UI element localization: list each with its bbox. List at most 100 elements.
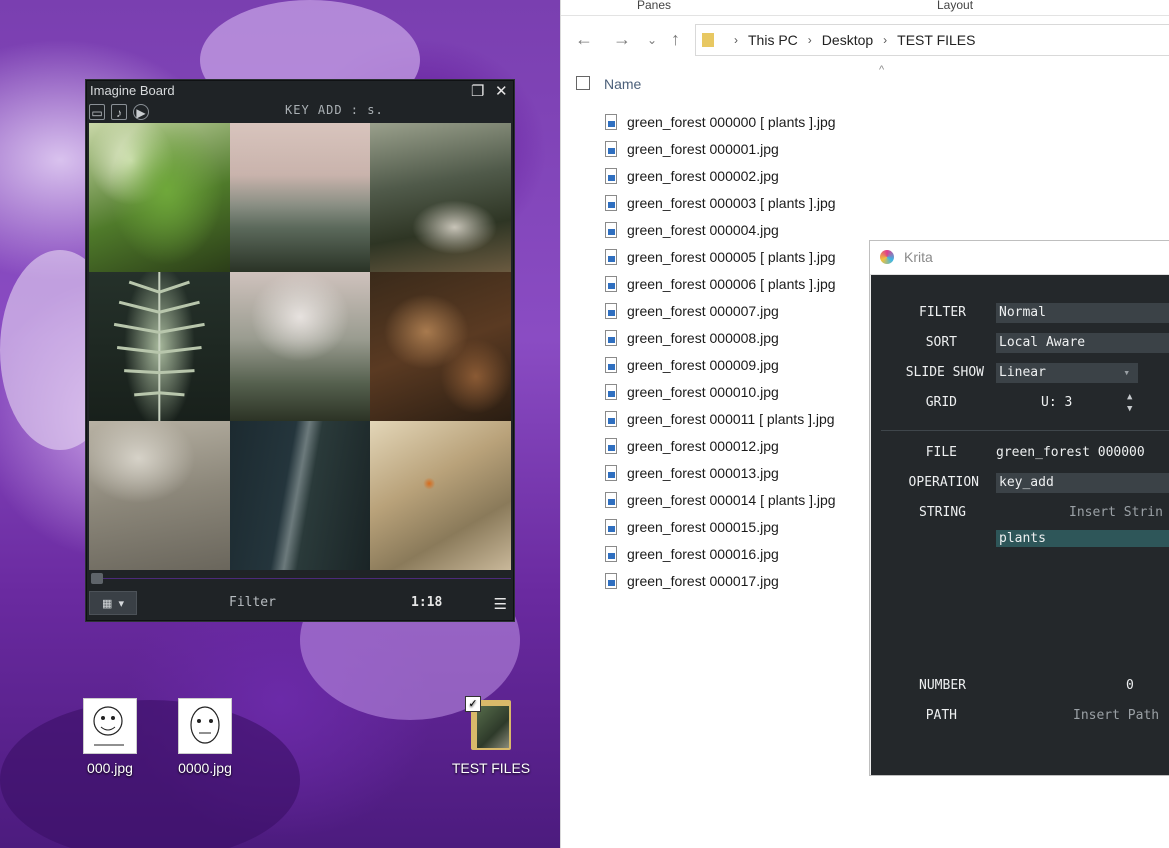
file-list-item[interactable]: green_forest 000009.jpg <box>605 351 836 378</box>
file-list-item[interactable]: green_forest 000006 [ plants ].jpg <box>605 270 836 297</box>
breadcrumb-test-files[interactable]: TEST FILES <box>897 32 975 48</box>
thumbnail-autumn-leaves[interactable] <box>370 272 511 421</box>
path-input-placeholder[interactable]: Insert Path <box>1073 708 1159 723</box>
navigation-bar: ← → ⌄ ↑ › This PC › Desktop › TEST FILES <box>561 22 1169 58</box>
spin-down-icon[interactable]: ▼ <box>1127 404 1132 414</box>
ribbon-group-labels: Panes Layout <box>561 0 1169 16</box>
operation-combobox[interactable]: key_add <box>996 473 1169 493</box>
thumbnail-fern[interactable] <box>89 272 230 421</box>
krita-title-bar: Krita <box>870 241 1169 275</box>
number-value[interactable]: 0 <box>1126 678 1134 693</box>
file-value: green_forest 000000 <box>996 445 1145 460</box>
close-icon[interactable]: ✕ <box>495 82 508 100</box>
file-name: green_forest 000008.jpg <box>627 329 779 346</box>
thumbnail-misty-mountains[interactable] <box>229 123 371 272</box>
breadcrumb-separator-icon: › <box>883 33 888 47</box>
file-name: green_forest 000009.jpg <box>627 356 779 373</box>
breadcrumb-desktop[interactable]: Desktop <box>822 32 873 48</box>
up-arrow-icon[interactable]: ↑ <box>671 29 680 50</box>
select-all-checkbox[interactable] <box>576 76 590 90</box>
image-file-icon <box>605 248 617 265</box>
image-file-icon <box>605 221 617 238</box>
breadcrumb-separator-icon: › <box>807 33 812 47</box>
string-input-placeholder[interactable]: Insert Strin <box>1069 505 1163 520</box>
path-label: PATH <box>925 708 957 723</box>
string-label: STRING <box>919 505 966 520</box>
image-file-icon <box>605 464 617 481</box>
thumbnail-waterfall-stream[interactable] <box>229 421 371 570</box>
file-list-item[interactable]: green_forest 000017.jpg <box>605 567 836 594</box>
desktop-icon-label: TEST FILES <box>451 760 531 776</box>
thumbnail-snowy-peak[interactable] <box>229 272 371 421</box>
file-list-item[interactable]: green_forest 000000 [ plants ].jpg <box>605 108 836 135</box>
file-list-item[interactable]: green_forest 000005 [ plants ].jpg <box>605 243 836 270</box>
file-name: green_forest 000007.jpg <box>627 302 779 319</box>
address-bar[interactable]: › This PC › Desktop › TEST FILES <box>695 24 1169 56</box>
meme-thumbnail-icon <box>178 698 232 754</box>
spin-up-icon[interactable]: ▲ <box>1127 392 1132 402</box>
thumbnail-plant-leaves[interactable] <box>89 123 230 272</box>
back-arrow-icon[interactable]: ← <box>575 29 593 50</box>
breadcrumb-this-pc[interactable]: This PC <box>748 32 798 48</box>
string-list-item[interactable]: plants <box>996 530 1169 547</box>
fern-leaf-icon <box>113 272 205 421</box>
file-list-item[interactable]: green_forest 000010.jpg <box>605 378 836 405</box>
file-list-item[interactable]: green_forest 000008.jpg <box>605 324 836 351</box>
restore-icon[interactable]: ❐ <box>471 82 484 100</box>
slideshow-combobox[interactable]: Linear <box>996 363 1138 383</box>
file-list-item[interactable]: green_forest 000015.jpg <box>605 513 836 540</box>
file-list-item[interactable]: green_forest 000007.jpg <box>605 297 836 324</box>
imagine-board-window: Imagine Board ❐ ✕ ▭ ♪ ▶ KEY ADD : s. ▦ ▾… <box>86 80 514 621</box>
grid-layout-button[interactable]: ▦ ▾ <box>89 591 137 615</box>
breadcrumb-separator-icon: › <box>734 33 738 47</box>
file-list-item[interactable]: green_forest 000011 [ plants ].jpg <box>605 405 836 432</box>
desktop-icon-test-files[interactable]: ✓ TEST FILES <box>446 696 536 776</box>
file-music-icon[interactable]: ♪ <box>111 104 127 120</box>
file-list-item[interactable]: green_forest 000003 [ plants ].jpg <box>605 189 836 216</box>
file-list-item[interactable]: green_forest 000016.jpg <box>605 540 836 567</box>
file-name: green_forest 000011 [ plants ].jpg <box>627 410 835 427</box>
image-file-icon <box>605 113 617 130</box>
checkbox-checked-icon[interactable]: ✓ <box>465 696 481 712</box>
file-name: green_forest 000014 [ plants ].jpg <box>627 491 836 508</box>
image-file-icon <box>605 275 617 292</box>
file-list-item[interactable]: green_forest 000001.jpg <box>605 135 836 162</box>
image-grid <box>89 123 511 570</box>
file-list-item[interactable]: green_forest 000012.jpg <box>605 432 836 459</box>
image-file-icon <box>605 383 617 400</box>
filter-input[interactable]: Filter <box>229 595 276 610</box>
play-icon[interactable]: ▶ <box>133 104 149 120</box>
sort-combobox[interactable]: Local Aware <box>996 333 1169 353</box>
grid-label: GRID <box>925 395 957 410</box>
file-list-item[interactable]: green_forest 000013.jpg <box>605 459 836 486</box>
desktop-icon-000-jpg[interactable]: 000.jpg <box>65 698 155 776</box>
toolbar: ▭ ♪ ▶ <box>89 102 149 122</box>
desktop-icon-label: 000.jpg <box>87 760 133 776</box>
file-list-item[interactable]: green_forest 000014 [ plants ].jpg <box>605 486 836 513</box>
file-list-item[interactable]: green_forest 000004.jpg <box>605 216 836 243</box>
number-label: NUMBER <box>919 678 966 693</box>
image-file-icon <box>605 167 617 184</box>
image-file-icon <box>605 140 617 157</box>
krita-window: Krita FILTER Normal SORT Local Aware SLI… <box>869 240 1169 776</box>
file-list-item[interactable]: green_forest 000002.jpg <box>605 162 836 189</box>
folder-icon <box>702 33 714 47</box>
image-file-icon <box>605 518 617 535</box>
scrollbar-handle[interactable] <box>91 573 103 584</box>
thumbnail-teapot-forest[interactable] <box>370 123 511 272</box>
hamburger-menu-icon[interactable]: ☰ <box>494 595 507 613</box>
forward-arrow-icon[interactable]: → <box>613 29 631 50</box>
chevron-down-icon: ▾ <box>118 597 124 610</box>
desktop-icon-0000-jpg[interactable]: 0000.jpg <box>160 698 250 776</box>
file-name: green_forest 000016.jpg <box>627 545 779 562</box>
window-title: Krita <box>904 249 933 265</box>
column-name-header[interactable]: Name <box>604 76 641 92</box>
grid-spinbox[interactable]: U: 3 <box>1041 395 1072 410</box>
thumbnail-sunlit-flower[interactable] <box>370 421 511 570</box>
folder-icon[interactable]: ▭ <box>89 104 105 120</box>
file-list: green_forest 000000 [ plants ].jpg green… <box>605 108 836 594</box>
recent-locations-chevron-icon[interactable]: ⌄ <box>647 33 657 47</box>
horizontal-scrollbar[interactable] <box>89 573 511 584</box>
thumbnail-sand-footprints[interactable] <box>89 421 230 570</box>
filter-combobox[interactable]: Normal <box>996 303 1169 323</box>
